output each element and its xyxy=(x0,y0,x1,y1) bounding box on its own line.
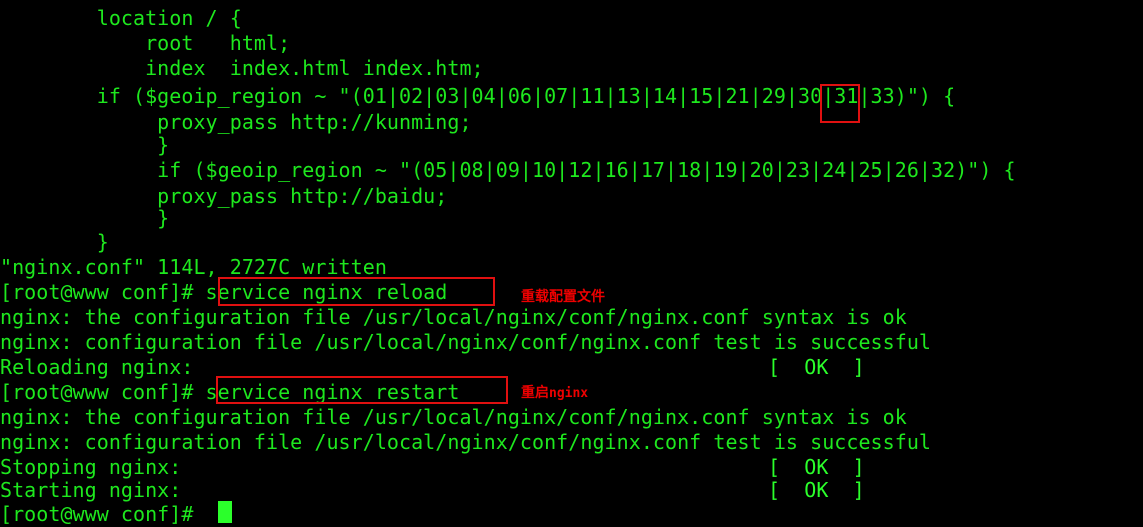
config-line-location: location / { xyxy=(0,6,242,30)
annotation-reload-config: 重载配置文件 xyxy=(521,289,605,305)
status-ok-stopping: [ OK ] xyxy=(768,455,865,479)
config-line-index: index index.html index.htm; xyxy=(0,56,484,80)
annotation-restart-nginx: 重启nginx xyxy=(521,381,588,406)
config-line-close-brace-1: } xyxy=(0,133,170,157)
nginx-syntax-ok-2: nginx: the configuration file /usr/local… xyxy=(0,405,907,429)
config-line-close-brace-3: } xyxy=(0,230,109,254)
annotation-restart-nginx-cjk: 重启 xyxy=(521,385,549,401)
text-cursor xyxy=(218,501,232,523)
config-line-if-kunming: if ($geoip_region ~ "(01|02|03|04|06|07|… xyxy=(0,84,956,108)
nginx-test-successful-1: nginx: configuration file /usr/local/ngi… xyxy=(0,330,932,354)
starting-nginx-label: Starting nginx: xyxy=(0,478,182,502)
prompt-line-final[interactable]: [root@www conf]# xyxy=(0,502,206,527)
config-line-close-brace-2: } xyxy=(0,206,170,230)
status-ok-reload: [ OK ] xyxy=(768,355,865,379)
prompt-line-reload[interactable]: [root@www conf]# service nginx reload xyxy=(0,280,447,305)
status-ok-starting: [ OK ] xyxy=(768,478,865,502)
nginx-syntax-ok-1: nginx: the configuration file /usr/local… xyxy=(0,305,907,329)
terminal-screen[interactable]: location / { root html; index index.html… xyxy=(0,0,1143,527)
reloading-nginx-label: Reloading nginx: xyxy=(0,355,194,379)
config-line-proxy-kunming: proxy_pass http://kunming; xyxy=(0,110,472,134)
vim-write-status: "nginx.conf" 114L, 2727C written xyxy=(0,255,387,279)
config-line-if-baidu: if ($geoip_region ~ "(05|08|09|10|12|16|… xyxy=(0,158,1016,182)
config-line-root: root html; xyxy=(0,31,291,55)
prompt-line-restart[interactable]: [root@www conf]# service nginx restart xyxy=(0,380,459,405)
annotation-restart-nginx-latin: nginx xyxy=(549,386,589,401)
stopping-nginx-label: Stopping nginx: xyxy=(0,455,182,479)
nginx-test-successful-2: nginx: configuration file /usr/local/ngi… xyxy=(0,430,932,454)
